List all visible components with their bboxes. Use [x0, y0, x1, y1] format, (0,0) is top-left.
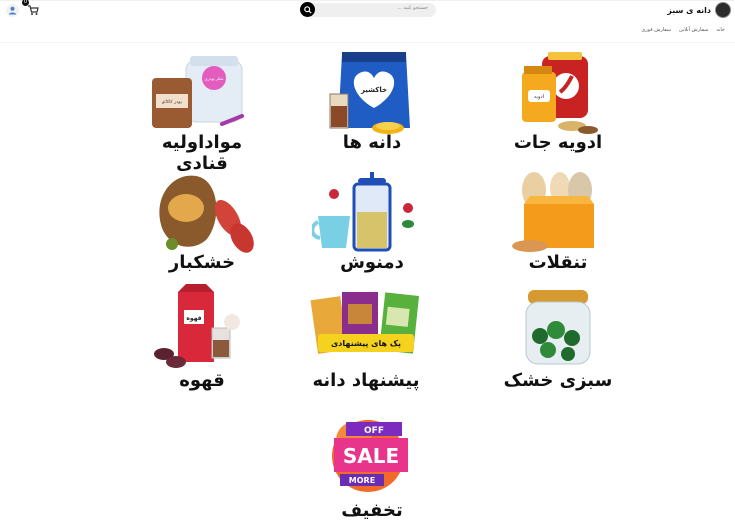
offers-icon: پک های پیشنهادی [310, 292, 420, 354]
main-nav: خانه سفارش آنلاین سفارش فوری [641, 27, 725, 33]
snacks-icon [512, 172, 594, 252]
herbal-tea-icon [312, 172, 414, 252]
category-sale[interactable]: OFF SALE MORE تخفیف [312, 410, 432, 525]
category-label: قهوه [179, 370, 225, 391]
offers-banner-text: پک های پیشنهادی [331, 339, 401, 348]
category-baking[interactable]: شکر پودری پودر کاکائو مواداولیه قنادی [142, 48, 262, 174]
top-border [0, 0, 735, 1]
grains-icon: خاکشیر [329, 52, 410, 134]
search-icon [303, 5, 312, 14]
header-divider [0, 42, 735, 43]
spice-jar-label: ادویه [534, 94, 544, 100]
search-input[interactable]: جستجو کنید ... [397, 5, 428, 11]
category-dried-fruit[interactable]: خشکبار [142, 168, 262, 283]
site-name: دانه ی سبز [667, 5, 711, 15]
category-label: تخفیف [341, 500, 403, 521]
baking-bag-label: پودر کاکائو [161, 99, 183, 105]
search-button[interactable] [300, 2, 315, 17]
coffee-icon: قهوه [154, 284, 240, 368]
nav-home[interactable]: خانه [716, 27, 725, 33]
category-label: ادویه جات [513, 132, 603, 153]
baking-supplies-icon: شکر پودری پودر کاکائو [152, 56, 244, 128]
grains-bag-label: خاکشیر [360, 86, 387, 94]
category-label: پیشنهاد دانه [312, 370, 420, 391]
category-snacks[interactable]: تنقلات [498, 168, 618, 283]
category-label: تنقلات [528, 252, 588, 273]
sale-more-text: MORE [349, 476, 375, 485]
logo-icon [715, 2, 731, 18]
search-bar[interactable]: جستجو کنید ... [300, 2, 436, 17]
spices-icon: ادویه [522, 52, 598, 134]
coffee-box-label: قهوه [186, 315, 201, 322]
nav-online-order[interactable]: سفارش آنلاین [679, 27, 708, 33]
category-coffee[interactable]: قهوه قهوه [142, 284, 262, 399]
site-header: دانه ی سبز جستجو کنید ... 0 خانه سفارش آ… [0, 0, 735, 42]
category-label: سبزی خشک [503, 370, 613, 391]
dried-fruit-icon [159, 175, 254, 253]
category-spices[interactable]: ادویه ادویه جات [498, 48, 618, 163]
nav-quick-order[interactable]: سفارش فوری [641, 27, 671, 33]
category-herbal-tea[interactable]: دمنوش [312, 168, 432, 283]
category-offers[interactable]: پک های پیشنهادی پیشنهاد دانه [306, 284, 426, 399]
category-label: دانه ها [342, 132, 402, 153]
baking-jar-label: شکر پودری [204, 76, 224, 81]
category-label: دمنوش [340, 252, 404, 273]
dried-herbs-icon [525, 290, 591, 365]
sale-icon: OFF SALE MORE [332, 420, 408, 492]
site-logo[interactable]: دانه ی سبز [667, 2, 731, 18]
category-dried-herbs[interactable]: سبزی خشک [498, 284, 618, 399]
user-account-icon[interactable] [6, 4, 19, 17]
category-label: خشکبار [168, 252, 236, 273]
sale-main-text: SALE [343, 444, 399, 468]
sale-off-text: OFF [364, 426, 384, 436]
category-grains[interactable]: خاکشیر دانه ها [312, 48, 432, 163]
cart-icon[interactable] [27, 4, 39, 16]
